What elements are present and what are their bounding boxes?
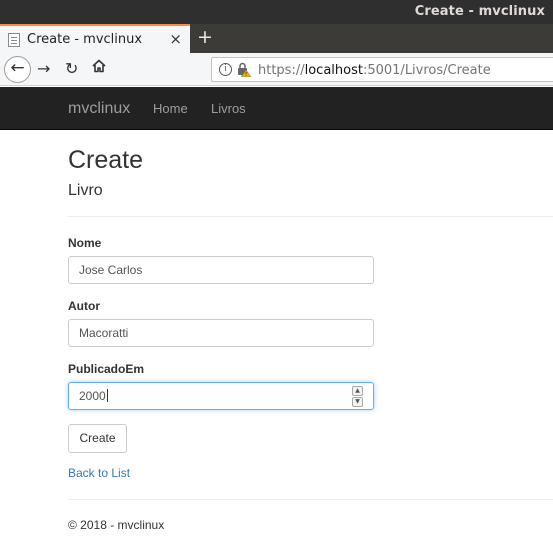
window-title: Create - mvclinux [414,4,545,19]
os-titlebar: Create - mvclinux [0,0,553,24]
home-icon[interactable] [92,59,106,73]
new-tab-icon[interactable]: + [197,26,213,48]
footer-divider [68,499,553,500]
autor-label: Autor [68,299,100,313]
publicadoem-label: PublicadoEm [68,362,145,376]
browser-toolbar: ← → ↻ i https://localhost:5001/Livros/Cr… [0,53,553,86]
back-to-list-link[interactable]: Back to List [68,466,130,480]
back-icon[interactable]: ← [4,56,31,83]
url-text: https://localhost:5001/Livros/Create [258,63,491,78]
publicadoem-input[interactable]: 2000 ▲ ▼ [68,382,374,410]
tab-title: Create - mvclinux [27,32,143,47]
url-scheme: https:// [258,63,305,78]
site-navbar: mvclinux Home Livros [0,87,553,130]
nav-link-home[interactable]: Home [153,101,188,116]
page-subtitle: Livro [68,182,103,199]
nav-link-livros[interactable]: Livros [211,101,246,116]
page-title: Create [68,146,144,174]
page-favicon-icon [8,33,20,47]
create-button[interactable]: Create [68,424,127,453]
insecure-lock-icon[interactable] [237,62,252,77]
footer-text: © 2018 - mvclinux [68,518,165,532]
autor-input[interactable]: Macoratti [68,319,374,347]
nome-label: Nome [68,236,102,250]
divider [68,216,553,217]
spin-down-icon[interactable]: ▼ [352,397,363,407]
reload-icon[interactable]: ↻ [65,59,78,78]
text-caret [106,389,108,402]
brand-link[interactable]: mvclinux [68,100,130,118]
browser-tab[interactable]: Create - mvclinux × [0,24,190,53]
tab-strip: Create - mvclinux × + [0,24,553,53]
tab-close-icon[interactable]: × [169,30,182,48]
publicadoem-value: 2000 [79,389,106,403]
forward-icon[interactable]: → [37,59,50,78]
spin-up-icon[interactable]: ▲ [352,386,363,396]
number-spinner: ▲ ▼ [352,386,363,407]
nome-input[interactable]: Jose Carlos [68,256,374,284]
info-icon[interactable]: i [219,63,232,76]
url-host: localhost [304,63,363,78]
address-bar[interactable]: i https://localhost:5001/Livros/Create [211,57,553,82]
url-path: :5001/Livros/Create [362,63,491,78]
